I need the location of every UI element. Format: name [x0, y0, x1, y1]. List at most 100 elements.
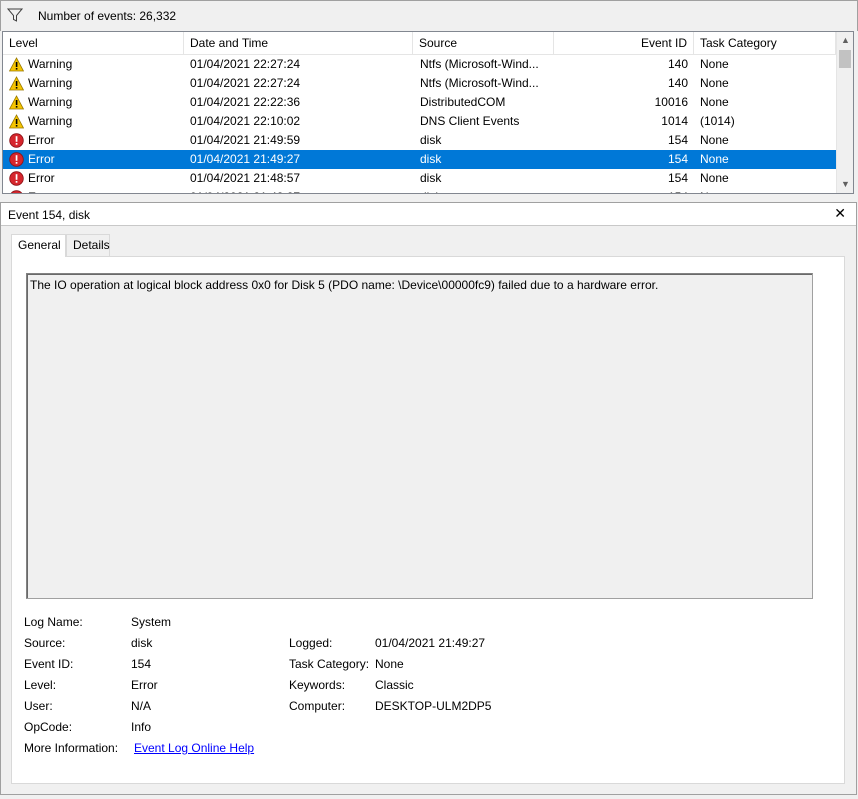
value-level[interactable]: Error	[131, 678, 158, 694]
table-row[interactable]: Warning 01/04/2021 22:27:24 Ntfs (Microsof…	[3, 55, 836, 74]
cell-level: Warning	[28, 114, 73, 128]
value-opcode[interactable]: Info	[131, 720, 151, 736]
tab-general[interactable]: General	[11, 234, 66, 257]
cell-source: disk	[420, 171, 442, 185]
cell-date-time: 01/04/2021 21:48:57	[190, 171, 301, 185]
warning-icon	[8, 114, 25, 129]
label-logged: Logged:	[289, 636, 333, 650]
cell-event-id: 154	[667, 152, 688, 166]
table-row[interactable]: Warning 01/04/2021 22:22:36 DistributedCOM…	[3, 93, 836, 112]
scroll-down-icon[interactable]: ▼	[837, 176, 853, 193]
cell-source: Ntfs (Microsoft-Wind...	[420, 57, 539, 71]
cell-source: disk	[420, 188, 552, 193]
cell-source: disk	[420, 152, 442, 166]
cell-level: Warning	[28, 76, 73, 90]
warning-icon	[8, 76, 25, 91]
column-header-row: Level Date and Time Source Event ID Task…	[3, 32, 836, 55]
value-log-name[interactable]: System	[131, 615, 171, 631]
cell-task-category: (1014)	[700, 114, 735, 128]
pane-splitter[interactable]	[0, 197, 858, 201]
value-event-id[interactable]: 154	[131, 657, 151, 673]
cell-source: disk	[420, 133, 442, 147]
cell-event-id: 1014	[661, 114, 688, 128]
cell-event-id: 154	[667, 133, 688, 147]
cell-task-category: None	[700, 133, 729, 147]
table-row[interactable]: Warning 01/04/2021 22:27:24 Ntfs (Microsof…	[3, 74, 836, 93]
cell-task-category: None	[700, 76, 729, 90]
cell-date-time: 01/04/2021 21:48:27	[190, 188, 410, 193]
value-keywords[interactable]: Classic	[375, 678, 414, 694]
cell-event-id: 154	[667, 171, 688, 185]
column-header-task-category[interactable]: Task Category	[694, 32, 836, 55]
column-header-event-id[interactable]: Event ID	[554, 32, 694, 55]
cell-level: Warning	[28, 57, 73, 71]
cell-task-category: None	[700, 171, 729, 185]
cell-task-category: None	[700, 95, 729, 109]
cell-task-category: None	[700, 57, 729, 71]
table-row[interactable]: Warning 01/04/2021 22:10:02 DNS Client Eve…	[3, 112, 836, 131]
cell-event-id: 10016	[654, 95, 688, 109]
value-task-category[interactable]: None	[375, 657, 404, 673]
table-row[interactable]: Error 01/04/2021 21:48:57 disk 154 None	[3, 169, 836, 188]
event-message: The IO operation at logical block addres…	[30, 278, 659, 292]
event-rows: Warning 01/04/2021 22:27:24 Ntfs (Microsof…	[3, 55, 836, 193]
label-event-id: Event ID:	[24, 657, 74, 671]
label-user: User:	[24, 699, 53, 713]
cell-task-category: None	[700, 188, 830, 193]
cell-date-time: 01/04/2021 22:10:02	[190, 114, 301, 128]
cell-event-id: 154	[555, 188, 688, 193]
scroll-thumb[interactable]	[839, 50, 851, 68]
error-icon	[9, 171, 24, 186]
filter-icon[interactable]	[7, 7, 23, 23]
cell-source: Ntfs (Microsoft-Wind...	[420, 76, 539, 90]
table-row[interactable]: Error 01/04/2021 21:49:59 disk 154 None	[3, 131, 836, 150]
error-icon	[9, 190, 24, 193]
value-logged[interactable]: 01/04/2021 21:49:27	[375, 636, 485, 652]
cell-level: Error	[28, 152, 55, 166]
cell-date-time: 01/04/2021 22:27:24	[190, 76, 301, 90]
tab-details[interactable]: Details	[66, 234, 110, 256]
cell-source: DNS Client Events	[420, 114, 520, 128]
cell-date-time: 01/04/2021 22:27:24	[190, 57, 301, 71]
event-log-help-link[interactable]: Event Log Online Help	[134, 741, 254, 757]
event-count-label: Number of events: 26,332	[38, 9, 177, 23]
cell-level: Error	[28, 171, 55, 185]
label-opcode: OpCode:	[24, 720, 73, 734]
cell-event-id: 140	[667, 57, 688, 71]
error-icon	[9, 133, 24, 148]
detail-title-bar: Event 154, disk ✕	[1, 203, 856, 226]
table-row[interactable]: Error 01/04/2021 21:48:27 disk154 None	[3, 188, 836, 193]
close-icon[interactable]: ✕	[834, 205, 846, 222]
detail-title: Event 154, disk	[8, 208, 91, 222]
value-user[interactable]: N/A	[131, 699, 151, 715]
scroll-up-icon[interactable]: ▲	[837, 32, 853, 49]
cell-level: Warning	[28, 95, 73, 109]
cell-level: Error	[28, 133, 55, 147]
general-tab-panel: The IO operation at logical block addres…	[11, 256, 845, 784]
label-keywords: Keywords:	[289, 678, 346, 692]
column-header-level[interactable]: Level	[3, 32, 184, 55]
event-message-box[interactable]: The IO operation at logical block addres…	[26, 273, 813, 599]
warning-icon	[8, 95, 25, 110]
value-computer[interactable]: DESKTOP-ULM2DP5	[375, 699, 491, 715]
label-computer: Computer:	[289, 699, 346, 713]
label-log-name: Log Name:	[24, 615, 83, 629]
cell-date-time: 01/04/2021 21:49:27	[190, 152, 301, 166]
cell-source: DistributedCOM	[420, 95, 506, 109]
error-icon	[9, 152, 24, 167]
vertical-scrollbar[interactable]: ▲ ▼	[836, 32, 853, 193]
label-source: Source:	[24, 636, 66, 650]
column-header-source[interactable]: Source	[413, 32, 554, 55]
filter-bar: Number of events: 26,332	[0, 0, 858, 31]
table-row[interactable]: Error 01/04/2021 21:49:27 disk 154 None	[3, 150, 836, 169]
cell-task-category: None	[700, 152, 729, 166]
event-list[interactable]: Level Date and Time Source Event ID Task…	[2, 31, 854, 194]
cell-event-id: 140	[667, 76, 688, 90]
warning-icon	[8, 57, 25, 72]
column-header-date[interactable]: Date and Time	[184, 32, 413, 55]
value-source[interactable]: disk	[131, 636, 152, 652]
cell-date-time: 01/04/2021 22:22:36	[190, 95, 301, 109]
label-more-information: More Information:	[24, 741, 119, 755]
cell-date-time: 01/04/2021 21:49:59	[190, 133, 301, 147]
cell-level: Error	[28, 188, 178, 193]
